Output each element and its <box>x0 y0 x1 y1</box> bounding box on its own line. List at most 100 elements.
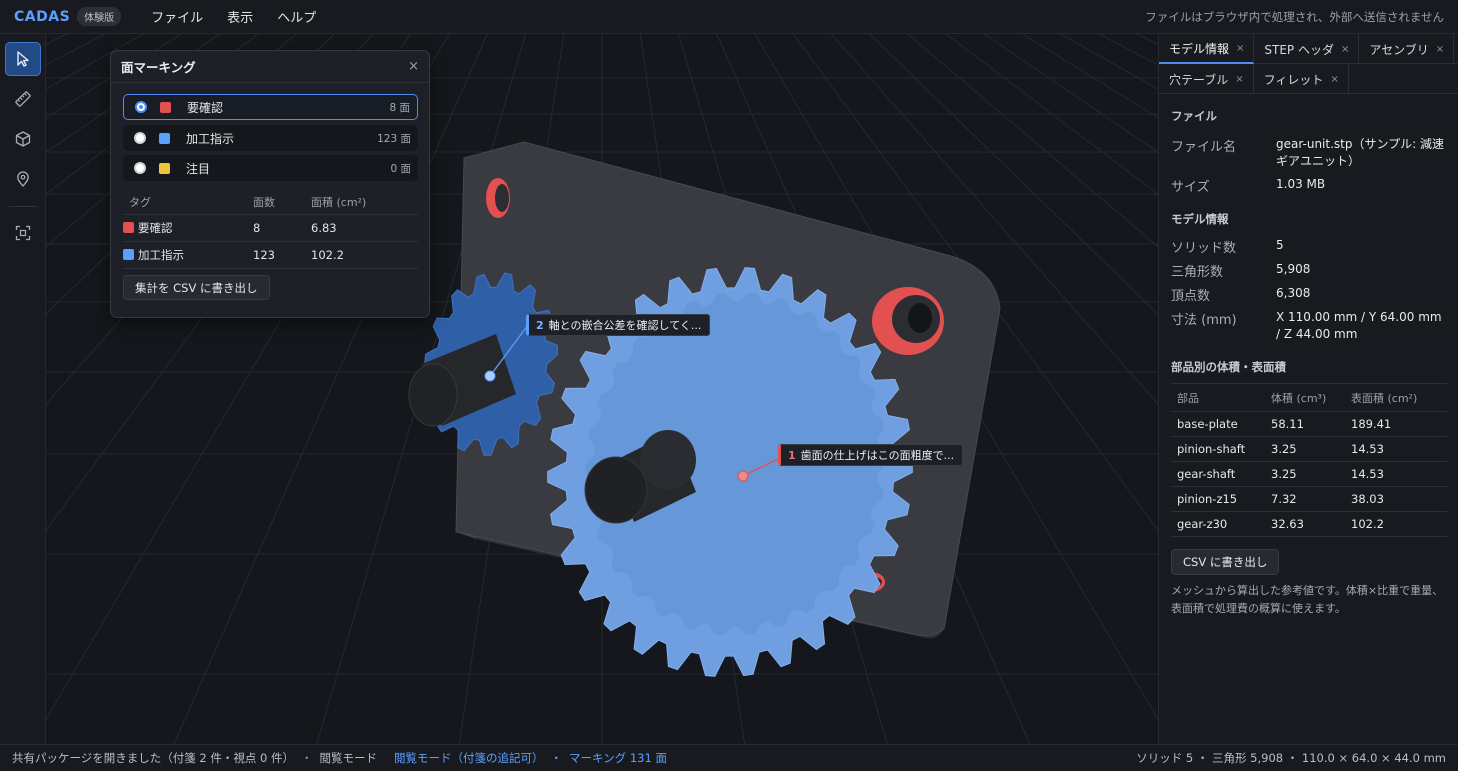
close-icon[interactable]: × <box>1236 43 1244 54</box>
tab-label: STEP ヘッダ <box>1264 42 1334 57</box>
parts-table: 部品 体積 (cm³) 表面積 (cm²) base-plate 58.11 1… <box>1171 383 1447 537</box>
measure-tool-button[interactable] <box>5 82 41 116</box>
mark-option-review[interactable]: 要確認 8 面 <box>123 94 418 120</box>
menu-view[interactable]: 表示 <box>227 7 253 26</box>
part-area: 14.53 <box>1351 461 1447 487</box>
table-row[interactable]: gear-shaft 3.25 14.53 <box>1171 461 1447 487</box>
close-icon[interactable]: × <box>1235 74 1243 85</box>
part-area: 14.53 <box>1351 436 1447 462</box>
annotation-callout-1[interactable]: 1 歯面の仕上げはこの面粗度で... <box>778 444 964 466</box>
table-cell: 加工指示 <box>123 241 253 269</box>
close-icon[interactable]: × <box>1330 74 1338 85</box>
part-volume: 7.32 <box>1271 486 1351 512</box>
select-tool-button[interactable] <box>5 42 41 76</box>
face-tool-button[interactable] <box>5 122 41 156</box>
callout-number: 1 <box>788 448 796 462</box>
cube-icon <box>15 131 31 147</box>
part-name: pinion-z15 <box>1171 486 1271 512</box>
info-key: 頂点数 <box>1171 289 1211 304</box>
mark-option-count: 0 面 <box>390 162 411 175</box>
status-marking-count: マーキング 131 面 <box>569 751 667 765</box>
info-row-size: サイズ 1.03 MB <box>1171 176 1447 195</box>
app-window: CADAS 体験版 ファイル 表示 ヘルプ ファイルはブラウザ内で処理され、外部… <box>0 0 1458 771</box>
menu-file[interactable]: ファイル <box>151 7 203 26</box>
tab-assembly[interactable]: アセンブリ × <box>1359 34 1455 64</box>
info-key: ソリッド数 <box>1171 241 1237 256</box>
marking-summary-table: タグ 面数 面積 (cm²) 要確認 8 6.83 加工指示 123 102.2 <box>123 191 418 269</box>
annotation-callout-2[interactable]: 2 軸との嵌合公差を確認してく... <box>526 314 711 336</box>
table-row[interactable]: pinion-z15 7.32 38.03 <box>1171 486 1447 512</box>
tab-label: アセンブリ <box>1369 42 1429 57</box>
section-heading-parts: 部品別の体積・表面積 <box>1171 360 1286 374</box>
info-value: X 110.00 mm / Y 64.00 mm / Z 44.00 mm <box>1276 310 1442 341</box>
brand-logo: CADAS <box>14 8 71 25</box>
pin-tool-button[interactable] <box>5 162 41 196</box>
tab-step-header[interactable]: STEP ヘッダ × <box>1254 34 1360 64</box>
pin-icon <box>17 171 29 187</box>
mark-option-attention[interactable]: 注目 0 面 <box>123 155 418 181</box>
tab-hole-table[interactable]: 穴テーブル × <box>1159 64 1254 94</box>
section-heading-model: モデル情報 <box>1171 212 1229 226</box>
radio-button[interactable] <box>134 132 146 144</box>
color-swatch <box>123 221 134 233</box>
table-row[interactable]: pinion-shaft 3.25 14.53 <box>1171 436 1447 462</box>
export-parts-csv-button[interactable]: CSV に書き出し <box>1171 549 1280 575</box>
table-row[interactable]: base-plate 58.11 189.41 <box>1171 411 1447 437</box>
table-header: 部品 体積 (cm³) 表面積 (cm²) <box>1171 383 1447 412</box>
export-summary-csv-button[interactable]: 集計を CSV に書き出し <box>123 275 270 300</box>
part-name: pinion-shaft <box>1171 436 1271 462</box>
tab-row-1: モデル情報 × STEP ヘッダ × アセンブリ × <box>1159 34 1458 64</box>
panel-title: 面マーキング <box>121 60 196 75</box>
plate-hole-top-left <box>486 178 510 218</box>
part-volume: 3.25 <box>1271 461 1351 487</box>
plate-hole-right <box>872 287 944 355</box>
mark-option-count: 123 面 <box>377 132 411 145</box>
part-area: 102.2 <box>1351 511 1447 537</box>
table-row: 要確認 8 6.83 <box>123 214 418 242</box>
reference-note: メッシュから算出した参考値です。体積×比重で重量、表面積で処理費の概算に使えます… <box>1171 584 1444 615</box>
tab-model-info[interactable]: モデル情報 × <box>1159 34 1255 64</box>
tab-fillet[interactable]: フィレット × <box>1254 64 1349 94</box>
tag-label: 加工指示 <box>138 247 184 262</box>
part-name: base-plate <box>1171 411 1271 437</box>
status-mode-detail: 閲覧モード（付箋の追記可） <box>394 751 544 765</box>
close-icon[interactable]: × <box>1436 44 1444 55</box>
part-volume: 3.25 <box>1271 436 1351 462</box>
mark-option-machining[interactable]: 加工指示 123 面 <box>123 125 418 151</box>
info-value: 5 <box>1276 238 1284 252</box>
column-header: タグ <box>123 191 253 215</box>
panel-header: 面マーキング × <box>111 51 429 83</box>
part-volume: 32.63 <box>1271 511 1351 537</box>
tab-label: モデル情報 <box>1169 41 1230 56</box>
status-model-stats: ソリッド 5 ・ 三角形 5,908 ・ 110.0 × 64.0 × 44.0… <box>1136 751 1446 765</box>
status-message: 共有パッケージを開きました（付箋 2 件・視点 0 件） <box>12 751 295 765</box>
info-row-vertices: 頂点数 6,308 <box>1171 285 1447 304</box>
radio-button[interactable] <box>134 162 146 174</box>
callout-text: 軸との嵌合公差を確認してく... <box>548 319 702 332</box>
column-header: 体積 (cm³) <box>1271 383 1351 412</box>
part-area: 189.41 <box>1351 411 1447 437</box>
fit-view-tool-button[interactable] <box>5 216 41 250</box>
part-volume: 58.11 <box>1271 411 1351 437</box>
part-name: gear-z30 <box>1171 511 1271 537</box>
toolbar-divider <box>9 206 37 207</box>
mark-option-count: 8 面 <box>389 101 410 114</box>
close-icon[interactable]: × <box>1341 44 1349 55</box>
part-name: gear-shaft <box>1171 461 1271 487</box>
info-row-triangles: 三角形数 5,908 <box>1171 261 1447 280</box>
menu-help[interactable]: ヘルプ <box>277 7 316 26</box>
info-value: 5,908 <box>1276 262 1311 276</box>
info-value: 1.03 MB <box>1276 177 1326 191</box>
left-toolbar <box>0 34 46 744</box>
tag-label: 要確認 <box>138 220 173 235</box>
radio-button[interactable] <box>135 101 147 113</box>
table-row[interactable]: gear-z30 32.63 102.2 <box>1171 511 1447 537</box>
info-key: サイズ <box>1171 180 1210 195</box>
column-header: 面積 (cm²) <box>311 191 418 215</box>
section-heading-file: ファイル <box>1171 109 1217 123</box>
close-icon[interactable]: × <box>408 59 419 74</box>
status-bar: 共有パッケージを開きました（付箋 2 件・視点 0 件） ・ 閲覧モード 閲覧モ… <box>0 744 1458 771</box>
color-swatch <box>159 162 170 174</box>
table-cell: 要確認 <box>123 214 253 242</box>
table-cell: 123 <box>253 241 311 269</box>
